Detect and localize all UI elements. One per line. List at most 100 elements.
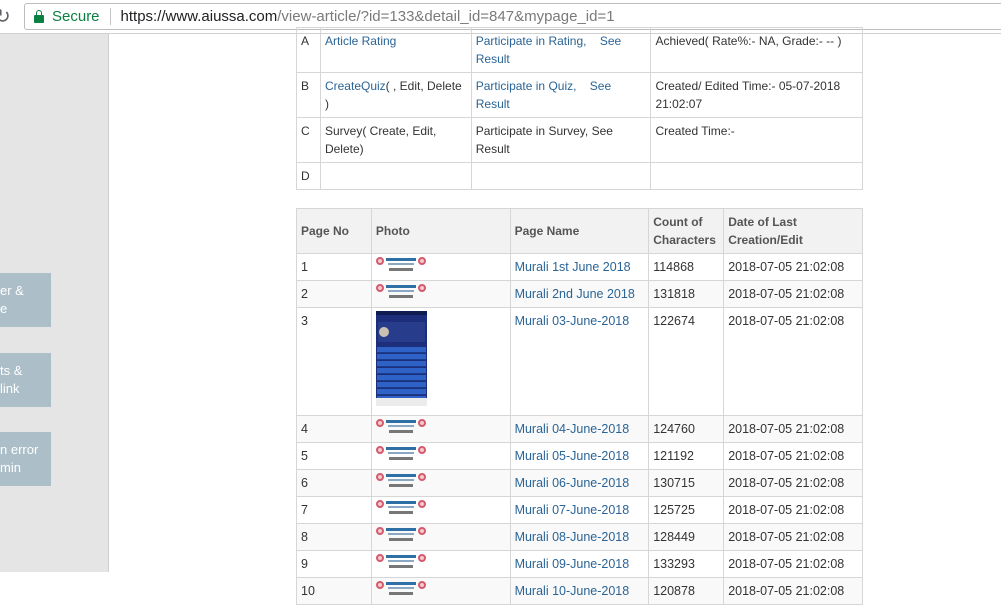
table-row: 7 Murali 07-June-2018 125725 2018-07-05 21:… xyxy=(296,496,863,524)
last-edit-date: 2018-07-05 21:02:08 xyxy=(723,550,863,578)
row-id: A xyxy=(296,27,321,73)
newspaper-thumbnail[interactable] xyxy=(375,445,426,463)
table-row: 3 Murali 03-June-2018 122674 2018-07-05 21:… xyxy=(296,307,863,416)
page-name-link[interactable]: Murali 05-June-2018 xyxy=(515,449,630,463)
page-no: 2 xyxy=(296,280,372,308)
char-count: 131818 xyxy=(648,280,725,308)
article-rating-link[interactable]: Article Rating xyxy=(325,34,396,48)
char-count: 122674 xyxy=(648,307,725,416)
table-row: 6 Murali 06-June-2018 130715 2018-07-05 21:… xyxy=(296,469,863,497)
address-bar[interactable]: Secure https://www.aiussa.com/view-artic… xyxy=(24,3,1001,30)
page-no: 8 xyxy=(296,523,372,551)
row-id: D xyxy=(296,162,321,190)
last-edit-date: 2018-07-05 21:02:08 xyxy=(723,523,863,551)
newspaper-thumbnail[interactable] xyxy=(375,526,426,544)
page-name-link[interactable]: Murali 09-June-2018 xyxy=(515,557,630,571)
survey-actions: Survey( Create, Edit, Delete) xyxy=(319,117,472,163)
last-edit-date: 2018-07-05 21:02:08 xyxy=(723,307,863,416)
page-name-link[interactable]: Murali 1st June 2018 xyxy=(515,260,631,274)
page-photo xyxy=(370,469,511,497)
char-count: 128449 xyxy=(648,523,725,551)
newspaper-thumbnail[interactable] xyxy=(375,283,426,301)
participate-rating-link[interactable]: Participate in Rating, xyxy=(476,34,587,48)
header-page-name: Page Name xyxy=(509,208,650,254)
lock-icon xyxy=(34,10,44,23)
side-button-1[interactable]: er & e xyxy=(0,273,51,327)
char-count: 124760 xyxy=(648,415,725,443)
page-no: 1 xyxy=(296,253,372,281)
activity-row-b: B CreateQuiz( , Edit, Delete ) Participa… xyxy=(296,72,863,118)
last-edit-date: 2018-07-05 21:02:08 xyxy=(723,280,863,308)
newspaper-thumbnail[interactable] xyxy=(375,553,426,571)
activities-table: A Article Rating Participate in Rating, … xyxy=(296,27,863,190)
last-edit-date: 2018-07-05 21:02:08 xyxy=(723,415,863,443)
header-page-no: Page No xyxy=(296,208,372,254)
participate-quiz-link[interactable]: Participate in Quiz, xyxy=(476,79,577,93)
phone-screenshot-thumbnail[interactable] xyxy=(375,311,427,406)
page-photo xyxy=(370,523,511,551)
table-row: 1 Murali 1st June 2018 114868 2018-07-05 21… xyxy=(296,253,863,281)
side-button-2[interactable]: ts & link xyxy=(0,353,51,407)
table-row: 8 Murali 08-June-2018 128449 2018-07-05 21:… xyxy=(296,523,863,551)
newspaper-thumbnail[interactable] xyxy=(375,418,426,436)
char-count: 114868 xyxy=(648,253,725,281)
main-content: A Article Rating Participate in Rating, … xyxy=(296,27,863,605)
survey-created-time: Created Time:- xyxy=(650,117,863,163)
page-name-link[interactable]: Murali 2nd June 2018 xyxy=(515,287,635,301)
header-date: Date of Last Creation/Edit xyxy=(723,208,863,254)
table-row: 4 Murali 04-June-2018 124760 2018-07-05 21:… xyxy=(296,415,863,443)
page-no: 6 xyxy=(296,469,372,497)
create-quiz-link[interactable]: CreateQuiz xyxy=(325,79,386,93)
side-button-3[interactable]: n error min xyxy=(0,432,51,486)
page-photo xyxy=(370,307,511,416)
header-photo: Photo xyxy=(370,208,511,254)
table-row: 2 Murali 2nd June 2018 131818 2018-07-05 21… xyxy=(296,280,863,308)
secure-label: Secure xyxy=(52,8,100,25)
page-photo xyxy=(370,550,511,578)
last-edit-date: 2018-07-05 21:02:08 xyxy=(723,442,863,470)
row-id: B xyxy=(296,72,321,118)
page-name-link[interactable]: Murali 06-June-2018 xyxy=(515,476,630,490)
page-name-link[interactable]: Murali 03-June-2018 xyxy=(515,314,630,328)
pages-table: Page No Photo Page Name Count of Charact… xyxy=(296,208,863,605)
table-row: 10 Murali 10-June-2018 120878 2018-07-05 21… xyxy=(296,577,863,605)
table-row: 9 Murali 09-June-2018 133293 2018-07-05 21:… xyxy=(296,550,863,578)
activity-row-d: D xyxy=(296,162,863,190)
pages-table-header: Page No Photo Page Name Count of Charact… xyxy=(296,208,863,254)
pages-table-body: 1 Murali 1st June 2018 114868 2018-07-05 21… xyxy=(296,253,863,605)
activity-row-c: C Survey( Create, Edit, Delete) Particip… xyxy=(296,117,863,163)
char-count: 121192 xyxy=(648,442,725,470)
newspaper-thumbnail[interactable] xyxy=(375,256,426,274)
last-edit-date: 2018-07-05 21:02:08 xyxy=(723,469,863,497)
page-name-link[interactable]: Murali 07-June-2018 xyxy=(515,503,630,517)
quiz-created-time: Created/ Edited Time:- 05-07-2018 21:02:… xyxy=(650,72,863,118)
newspaper-thumbnail[interactable] xyxy=(375,499,426,517)
last-edit-date: 2018-07-05 21:02:08 xyxy=(723,496,863,524)
last-edit-date: 2018-07-05 21:02:08 xyxy=(723,577,863,605)
reload-icon[interactable]: ↻ xyxy=(0,4,16,28)
page-photo xyxy=(370,280,511,308)
rating-achieved: Achieved( Rate%:- NA, Grade:- -- ) xyxy=(650,27,863,73)
header-count: Count of Characters xyxy=(648,208,725,254)
char-count: 120878 xyxy=(648,577,725,605)
page-name-link[interactable]: Murali 08-June-2018 xyxy=(515,530,630,544)
last-edit-date: 2018-07-05 21:02:08 xyxy=(723,253,863,281)
activity-row-a: A Article Rating Participate in Rating, … xyxy=(296,27,863,73)
newspaper-thumbnail[interactable] xyxy=(375,472,426,490)
page-no: 10 xyxy=(296,577,372,605)
address-separator xyxy=(109,8,111,25)
url-path: /view-article/?id=133&detail_id=847&mypa… xyxy=(277,8,615,25)
page-no: 5 xyxy=(296,442,372,470)
page-no: 3 xyxy=(296,307,372,416)
page-photo xyxy=(370,442,511,470)
char-count: 125725 xyxy=(648,496,725,524)
newspaper-thumbnail[interactable] xyxy=(375,580,426,598)
page-photo xyxy=(370,415,511,443)
table-row: 5 Murali 05-June-2018 121192 2018-07-05 21:… xyxy=(296,442,863,470)
row-id: C xyxy=(296,117,321,163)
char-count: 130715 xyxy=(648,469,725,497)
page-name-link[interactable]: Murali 10-June-2018 xyxy=(515,584,630,598)
page-name-link[interactable]: Murali 04-June-2018 xyxy=(515,422,630,436)
page-photo xyxy=(370,496,511,524)
survey-participate: Participate in Survey, See Result xyxy=(470,117,652,163)
